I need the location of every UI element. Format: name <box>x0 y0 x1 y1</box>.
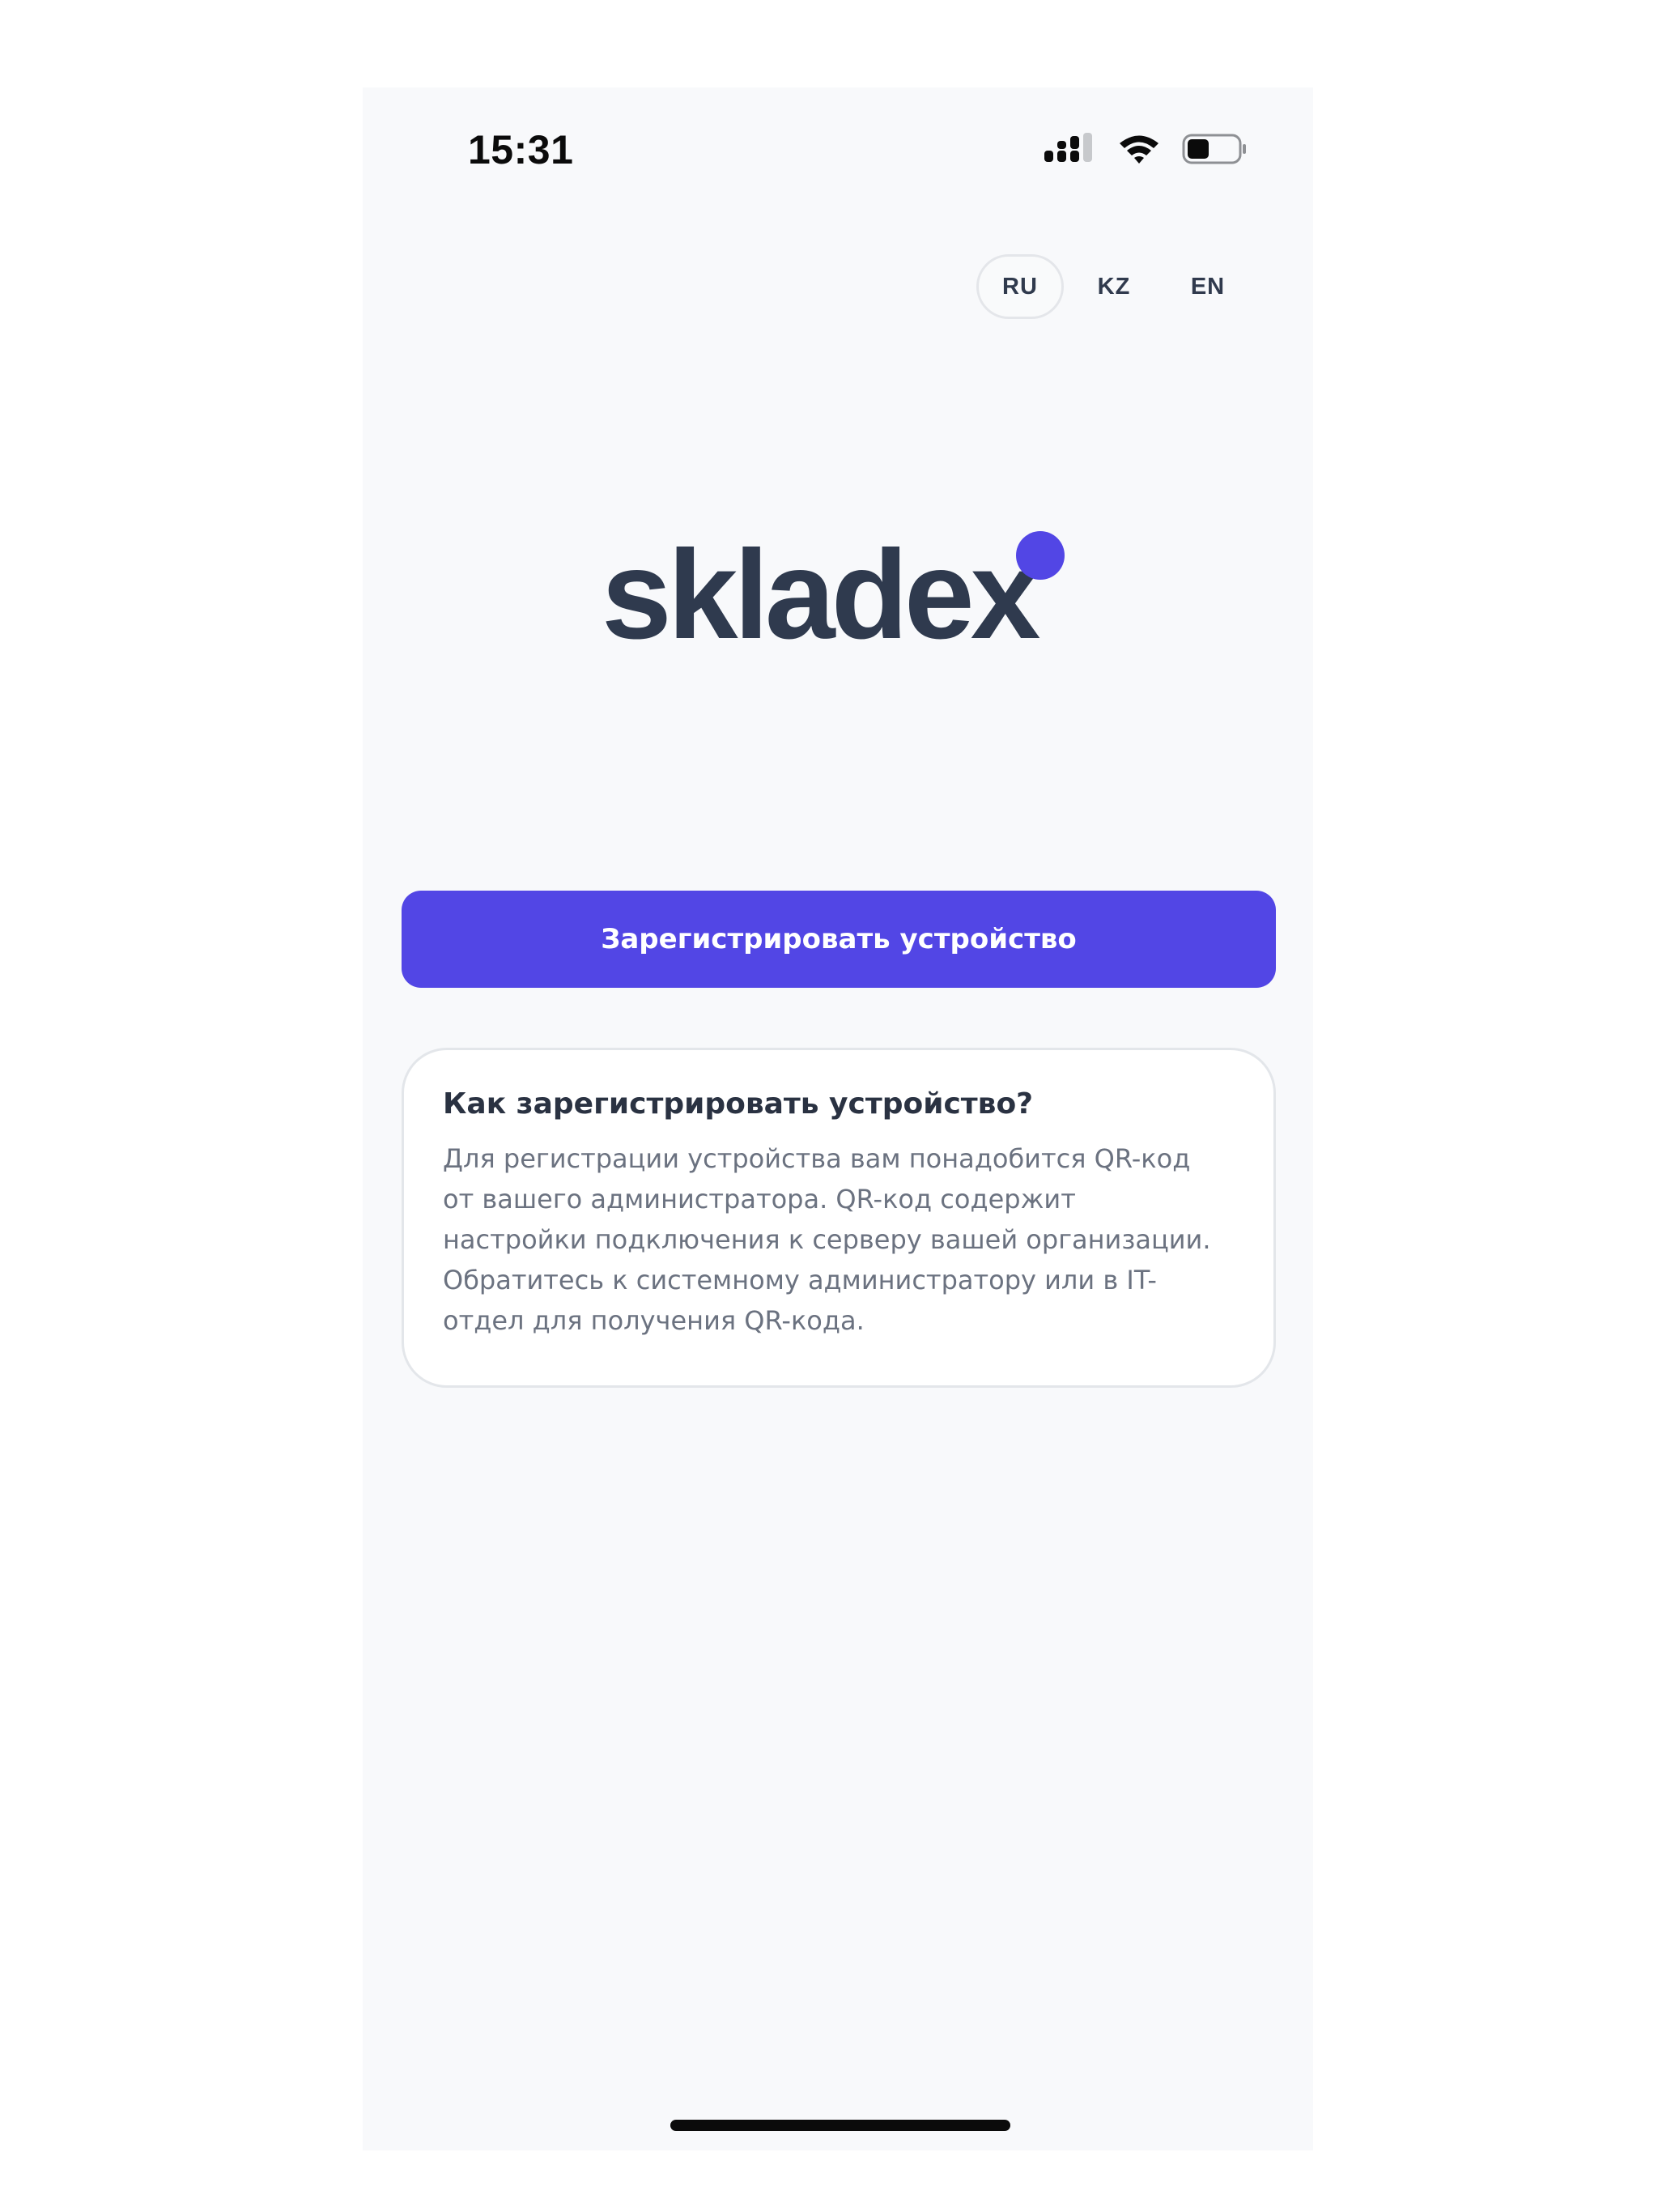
language-switcher: RU KZ EN <box>976 254 1252 319</box>
register-device-button[interactable]: Зарегистрировать устройство <box>402 891 1276 988</box>
info-line: от вашего администратора. QR-код содержи… <box>443 1183 1076 1214</box>
cellular-signal-icon <box>1044 133 1096 168</box>
info-line: настройки подключения к серверу вашей ор… <box>443 1223 1211 1255</box>
battery-icon <box>1182 133 1248 168</box>
skladex-logo: skladex <box>602 525 1065 654</box>
wifi-icon <box>1117 133 1161 168</box>
lang-kz-button[interactable]: KZ <box>1070 254 1158 319</box>
logo-text: skladex <box>602 525 1040 654</box>
info-line: отдел для получения QR-кода. <box>443 1304 865 1336</box>
info-card: Как зарегистрировать устройство? Для рег… <box>402 1048 1276 1388</box>
lang-ru-button[interactable]: RU <box>976 254 1064 319</box>
status-time: 15:31 <box>468 127 574 172</box>
logo: skladex <box>363 525 1313 654</box>
logo-dot <box>1016 531 1065 580</box>
lang-en-button[interactable]: EN <box>1164 254 1252 319</box>
status-icons <box>1044 133 1248 168</box>
info-card-title: Как зарегистрировать устройство? <box>443 1087 1034 1121</box>
info-line: Для регистрации устройства вам понадобит… <box>443 1142 1191 1174</box>
info-line: Обратитесь к системному администратору и… <box>443 1264 1157 1295</box>
info-card-text: Для регистрации устройства вам понадобит… <box>443 1138 1236 1341</box>
home-indicator[interactable] <box>670 2120 1010 2131</box>
app-screen: 15:31 RU KZ EN skladex Зарегистрировать … <box>363 87 1313 2150</box>
